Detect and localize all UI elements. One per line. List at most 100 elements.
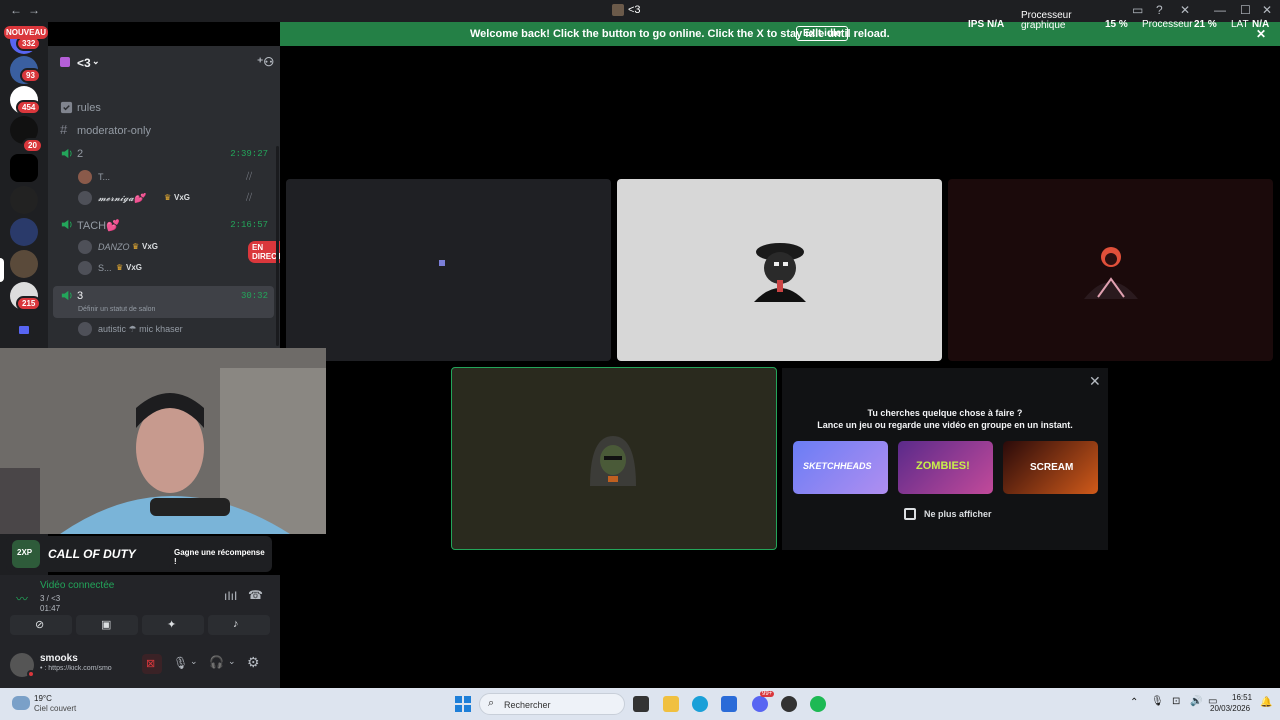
edge-icon[interactable]: [692, 696, 708, 712]
activities-button[interactable]: ✦: [142, 615, 204, 635]
stream-button[interactable]: ⊠: [142, 654, 162, 674]
game-title: SCREAM: [1030, 462, 1074, 473]
lat-value: N/A: [1252, 19, 1270, 30]
discord-badge: 99+: [760, 691, 775, 697]
voice-channel-tach[interactable]: TACH💕 2:16:57: [56, 215, 274, 237]
xp-icon: 2XP: [12, 540, 40, 568]
microphone-icon[interactable]: 🎙: [173, 656, 188, 670]
soundboard-button[interactable]: ♪: [208, 615, 270, 635]
server-icon-active[interactable]: [10, 250, 38, 278]
voice-timer: 01:47: [40, 604, 61, 613]
nav-arrows[interactable]: ←→: [10, 3, 46, 17]
volume-icon[interactable]: 🔊: [1190, 696, 1202, 707]
server-icon-6[interactable]: [10, 218, 38, 246]
exit-idle-button[interactable]: Exit idle: [796, 26, 849, 41]
speaker-icon: [61, 148, 72, 159]
task-view-icon[interactable]: [633, 696, 649, 712]
windows-start-icon[interactable]: [455, 696, 471, 712]
activity-sketchheads[interactable]: SKETCHHEADS: [793, 441, 888, 494]
chevron-down-icon[interactable]: ⌄: [190, 656, 198, 667]
notification-bell-icon[interactable]: 🔔: [1260, 697, 1272, 708]
active-server-pill: [0, 258, 4, 282]
server-badge-4: 215: [16, 296, 42, 311]
microphone-tray-icon[interactable]: 🎙: [1151, 696, 1164, 707]
video-tile-2[interactable]: [617, 179, 942, 361]
scrollbar[interactable]: [276, 146, 279, 346]
folder-icon[interactable]: [19, 326, 29, 334]
noise-suppression-icon[interactable]: ıIıI: [224, 589, 237, 603]
weather-desc: Ciel couvert: [34, 704, 77, 713]
clock-time[interactable]: 16:51: [1232, 693, 1252, 702]
activities-icon: ✦: [167, 619, 177, 631]
performance-overlay: IPS N/A Processeur graphique 15 % Proces…: [960, 8, 1280, 38]
game-title: SKETCHHEADS: [803, 461, 872, 471]
invite-icon[interactable]: ⁺⚇: [257, 55, 274, 69]
ips-label: IPS: [968, 19, 985, 30]
disconnect-icon[interactable]: ☎: [248, 588, 263, 602]
screen-share-button[interactable]: ▣: [76, 615, 138, 635]
voice-user[interactable]: autistic ☂ mic khaser: [78, 320, 268, 340]
channel-name: TACH💕: [77, 220, 120, 232]
avatar: [78, 170, 92, 184]
activity-scream[interactable]: SCREAM: [1003, 441, 1098, 494]
voice-channel-2[interactable]: 2 2:39:27: [56, 144, 274, 166]
channel-timer: 2:16:57: [230, 220, 268, 230]
game-title: ZOMBIES!: [916, 460, 970, 472]
server-icon-5[interactable]: [10, 186, 38, 214]
tray-chevron-icon[interactable]: ⌃: [1130, 697, 1138, 708]
avatar: [78, 261, 92, 275]
username[interactable]: smooks: [40, 653, 78, 664]
clock-date[interactable]: 20/03/2026: [1210, 704, 1250, 713]
weather-temp[interactable]: 19°C: [34, 694, 52, 703]
new-badge: NOUVEAU: [4, 26, 49, 39]
camera-toggle-button[interactable]: ⊘: [10, 615, 72, 635]
taskbar: 19°C Ciel couvert ⌕ Rechercher 99+ ⌃ 🎙 ⊡…: [0, 688, 1280, 720]
deafened-icon: ⧸⧸: [246, 192, 253, 202]
discord-icon[interactable]: [752, 696, 768, 712]
voice-user[interactable]: S... ♛ VxG: [78, 259, 268, 279]
server-badge-2: 454: [16, 100, 42, 115]
activity-zombies[interactable]: ZOMBIES!: [898, 441, 993, 494]
network-icon[interactable]: ⊡: [1172, 696, 1180, 707]
channel-status[interactable]: Définir un statut de salon: [78, 306, 155, 313]
video-tile-3[interactable]: [948, 179, 1273, 361]
channel-moderator-only[interactable]: # moderator-only: [56, 121, 274, 143]
voice-user[interactable]: 𝓶𝓮𝓻𝓷𝓲𝓰𝓪💕 ♛ VxG ⧸⧸: [78, 189, 268, 209]
chevron-down-icon[interactable]: ⌄: [228, 656, 236, 667]
close-icon[interactable]: ✕: [1089, 373, 1101, 390]
username: DANZO: [98, 242, 130, 252]
file-explorer-icon[interactable]: [663, 696, 679, 712]
server-icon-4[interactable]: [10, 154, 38, 182]
store-icon[interactable]: [721, 696, 737, 712]
spotify-icon[interactable]: [810, 696, 826, 712]
activity-prompt: ✕ Tu cherches quelque chose à faire ? La…: [782, 368, 1108, 550]
app-icon[interactable]: [781, 696, 797, 712]
headphones-icon[interactable]: 🎧: [209, 655, 224, 669]
video-tile-4-speaking[interactable]: [451, 367, 777, 550]
username: 𝓶𝓮𝓻𝓷𝓲𝓰𝓪💕: [98, 193, 145, 203]
voice-channel[interactable]: 3 / <3: [40, 594, 60, 603]
voice-user[interactable]: DANZO ♛ VxG EN DIRECT: [78, 238, 288, 263]
cpu-label: Processeur: [1142, 19, 1193, 30]
user-panel: smooks • : https://kick.com/smo ⊠ 🎙 ⌄ 🎧 …: [0, 644, 280, 688]
avatar: [78, 240, 92, 254]
signal-icon[interactable]: 〰: [16, 590, 28, 607]
channel-timer: 2:39:27: [230, 149, 268, 159]
video-tile-1[interactable]: [286, 179, 611, 361]
username: T...: [98, 172, 111, 182]
channel-name: 3: [77, 290, 84, 302]
cpu-value: 21 %: [1194, 19, 1217, 30]
voice-user[interactable]: T... ⧸⧸: [78, 168, 268, 188]
gear-icon[interactable]: ⚙: [247, 654, 260, 671]
weather-icon[interactable]: [12, 696, 30, 710]
user-avatar: [1084, 247, 1138, 299]
dont-show-checkbox[interactable]: [904, 508, 916, 520]
channel-sidebar: <3 ⌄ ⁺⚇ rules # moderator-only 2 2:39:27…: [48, 46, 288, 348]
promo-button[interactable]: Gagne une récompense !: [169, 545, 272, 569]
search-bar[interactable]: ⌕ Rechercher: [479, 693, 625, 715]
voice-status[interactable]: Vidéo connectée: [40, 580, 114, 591]
channel-rules[interactable]: rules: [56, 98, 274, 120]
promo-card[interactable]: 2XP CALL OF DUTY Gagne une récompense !: [6, 536, 272, 572]
server-header[interactable]: <3 ⌄ ⁺⚇: [48, 46, 280, 82]
voice-channel-3[interactable]: 3 30:32: [56, 286, 274, 308]
